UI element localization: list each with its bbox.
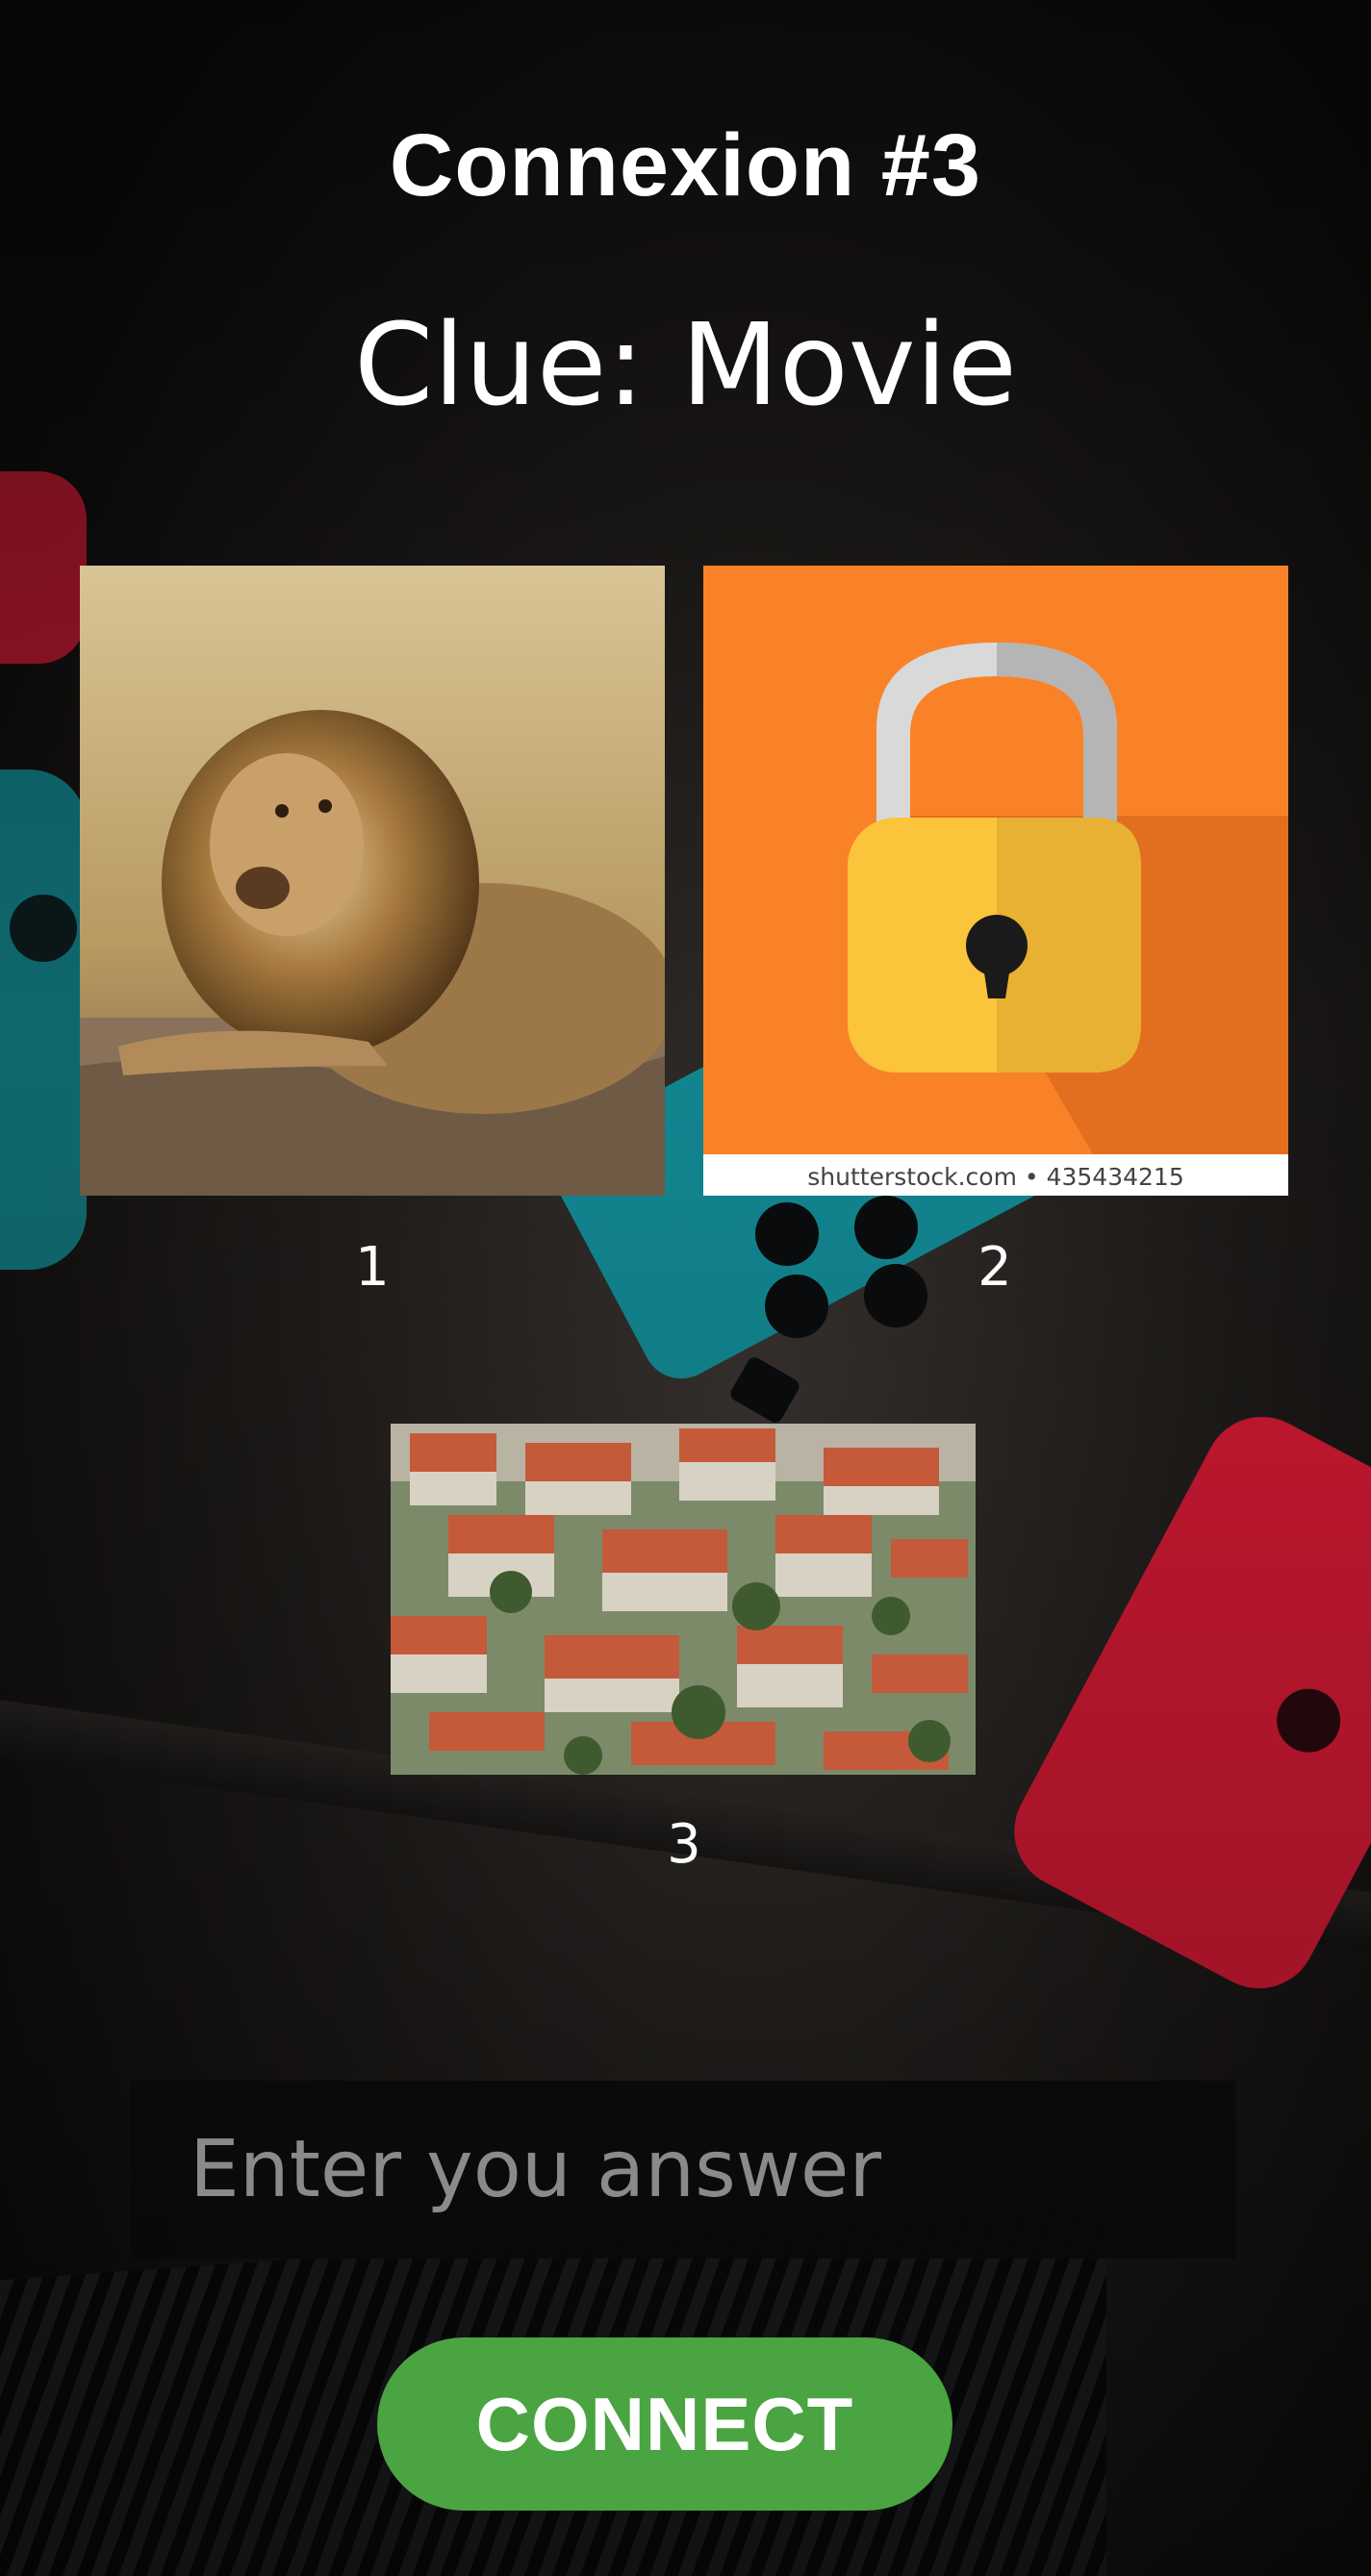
image-3-number: 3 xyxy=(667,1813,701,1876)
image-2-padlock: shutterstock.com • 435434215 xyxy=(703,566,1288,1196)
image-1-lion xyxy=(80,566,665,1196)
clue-text: Clue: Movie xyxy=(353,298,1018,431)
image-3-village xyxy=(391,1424,976,1775)
connect-button[interactable]: CONNECT xyxy=(377,2337,952,2511)
image-1-number: 1 xyxy=(355,1236,390,1299)
answer-input[interactable] xyxy=(130,2081,1236,2259)
watermark-text: shutterstock.com • 435434215 xyxy=(807,1163,1183,1191)
image-2-number: 2 xyxy=(977,1236,1012,1299)
page-title: Connexion #3 xyxy=(389,116,982,215)
